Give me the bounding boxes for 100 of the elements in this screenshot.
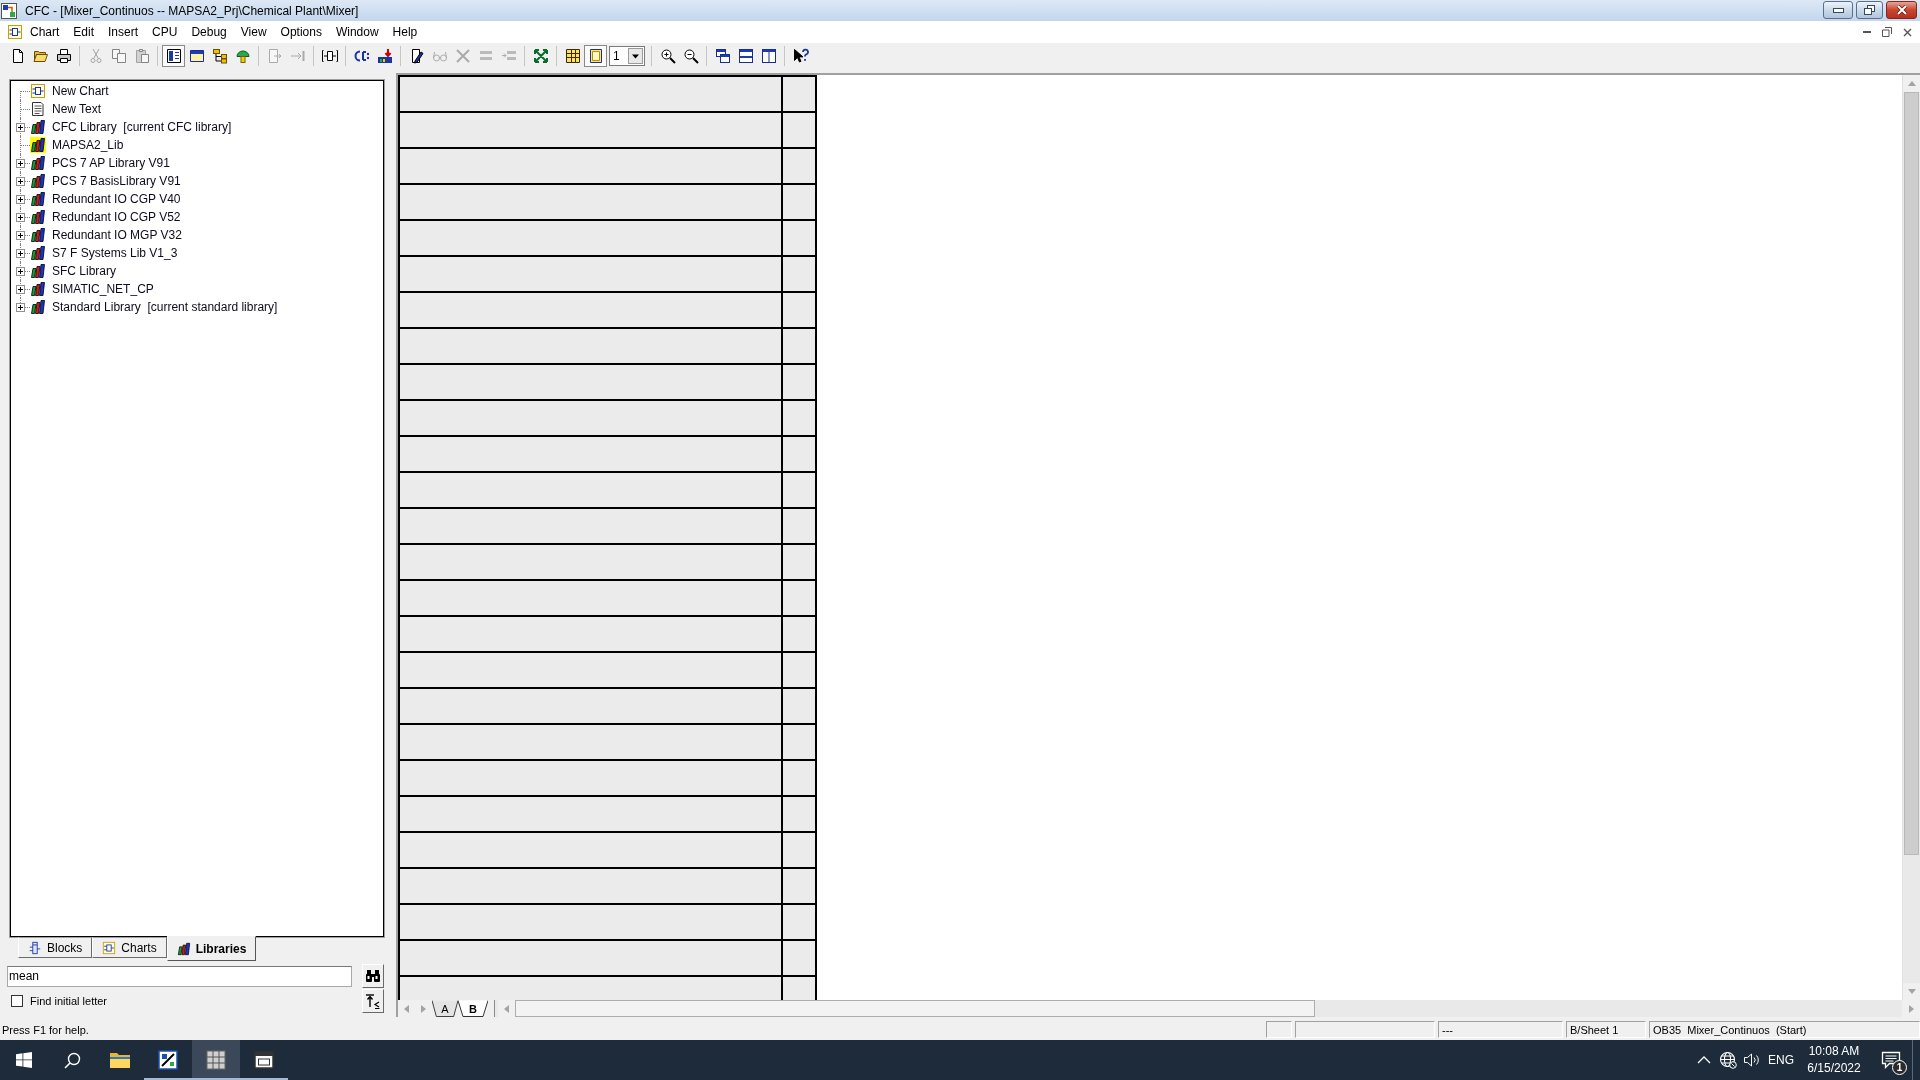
folder-icon — [32, 48, 49, 64]
checkbox[interactable] — [11, 995, 23, 1007]
menu-item[interactable]: Help — [385, 23, 425, 41]
scissors-icon — [87, 48, 104, 64]
close-icon — [1902, 27, 1912, 37]
notification-badge: 1 — [1892, 1060, 1907, 1075]
close-button[interactable] — [1886, 1, 1917, 19]
menu-item[interactable]: Debug — [184, 23, 234, 41]
chevron-up-icon — [1697, 1056, 1711, 1064]
menu-item[interactable]: Edit — [66, 23, 102, 41]
tree-item[interactable]: Redundant IO CGP V52 — [51, 210, 182, 224]
window-icon — [188, 48, 205, 64]
expand-toggle[interactable] — [16, 159, 25, 168]
close-icon — [1895, 5, 1908, 15]
search-icon — [63, 1051, 81, 1069]
clock[interactable]: 10:08 AM 6/15/2022 — [1798, 1040, 1870, 1080]
find-button[interactable] — [362, 964, 384, 988]
minimize-icon — [1832, 7, 1844, 13]
tree-item[interactable]: SIMATIC_NET_CP — [51, 282, 155, 296]
brackets-icon — [353, 48, 370, 64]
jump-button[interactable] — [362, 989, 384, 1013]
tree-item[interactable]: New Text — [51, 102, 103, 116]
tree-item[interactable]: New Chart — [51, 84, 110, 98]
vertical-split-icon — [760, 48, 777, 64]
arrow-up-bar-icon — [365, 993, 381, 1009]
toolbar-button[interactable] — [162, 45, 185, 67]
menu-item[interactable]: Options — [273, 23, 329, 41]
cascade-windows-icon — [714, 48, 731, 64]
notification-button[interactable]: 1 — [1870, 1040, 1912, 1080]
chart-icon — [102, 940, 117, 955]
minimize-button[interactable] — [1823, 1, 1853, 19]
sheet-tab[interactable]: B — [458, 1000, 488, 1017]
triangle-up-icon — [1907, 80, 1916, 87]
printer-icon — [55, 48, 72, 64]
horizontal-split-icon — [737, 48, 754, 64]
expand-toggle[interactable] — [16, 213, 25, 222]
tree-item[interactable]: CFC Library [current CFC library] — [51, 120, 233, 134]
expand-toggle[interactable] — [16, 177, 25, 186]
expand-toggle[interactable] — [16, 303, 25, 312]
status-panel — [1266, 1021, 1292, 1038]
status-panel: --- — [1438, 1021, 1563, 1038]
window-app-icon — [252, 1048, 276, 1072]
expand-toggle[interactable] — [16, 195, 25, 204]
status-message: Press F1 for help. — [1, 1023, 90, 1036]
tree-item[interactable]: MAPSA2_Lib — [51, 138, 125, 152]
download-icon — [376, 48, 393, 64]
restore-button[interactable] — [1879, 24, 1895, 40]
tree-item[interactable]: Redundant IO MGP V32 — [51, 228, 183, 242]
triangle-right-icon — [420, 1004, 427, 1013]
chart-app-icon — [156, 1048, 180, 1072]
copy-icon — [110, 48, 127, 64]
expand-toggle[interactable] — [16, 231, 25, 240]
tree-item[interactable]: SFC Library — [51, 264, 117, 278]
sheet-tab[interactable]: A — [432, 1000, 458, 1017]
menu-item[interactable]: CPU — [145, 23, 185, 41]
crossed-tools-icon — [454, 48, 471, 64]
minimize-icon — [1863, 31, 1871, 33]
triangle-right-icon — [1907, 1004, 1915, 1013]
table-icon — [564, 48, 581, 64]
menu-item[interactable]: Chart — [23, 23, 67, 41]
diagram-app-icon[interactable] — [1, 2, 17, 19]
expand-arrows-icon — [532, 48, 549, 64]
expand-toggle[interactable] — [16, 285, 25, 294]
catalog-tab[interactable]: Charts — [92, 937, 167, 958]
scrollbar-thumb[interactable] — [515, 1000, 1315, 1017]
tree-item[interactable]: PCS 7 BasisLibrary V91 — [51, 174, 182, 188]
toolbar-button[interactable] — [584, 45, 607, 67]
block-icon — [321, 48, 338, 64]
zoom-out-icon — [682, 48, 699, 64]
tree-item[interactable]: Redundant IO CGP V40 — [51, 192, 182, 206]
arrow-bar-icon — [289, 48, 306, 64]
language-indicator[interactable]: ENG — [1764, 1040, 1798, 1080]
taskbar-app[interactable] — [192, 1040, 240, 1080]
block-column-icon — [28, 940, 42, 955]
status-panel: B/Sheet 1 — [1566, 1021, 1646, 1038]
scrollbar-thumb[interactable] — [1904, 92, 1919, 855]
start-icon — [16, 1052, 32, 1068]
triangle-left-icon — [403, 1004, 410, 1013]
menu-item[interactable]: Insert — [101, 23, 146, 41]
chart-icon[interactable] — [7, 24, 23, 40]
tree-item[interactable]: Standard Library [current standard library] — [51, 300, 279, 314]
catalog-tab[interactable]: Libraries — [166, 936, 257, 961]
caret-icon — [628, 48, 643, 64]
tree-item[interactable]: S7 F Systems Lib V1_3 — [51, 246, 179, 260]
column-page-icon — [165, 48, 182, 64]
menu-item[interactable]: View — [233, 23, 274, 41]
restore-icon — [1882, 27, 1892, 37]
binoculars-icon — [365, 968, 381, 984]
restore-button[interactable] — [1856, 1, 1883, 19]
expand-toggle[interactable] — [16, 267, 25, 276]
expand-toggle[interactable] — [16, 123, 25, 132]
tree-item[interactable]: PCS 7 AP Library V91 — [51, 156, 171, 170]
menu-item[interactable]: Window — [328, 23, 386, 41]
triangle-down-icon — [1907, 988, 1916, 995]
expand-toggle[interactable] — [16, 249, 25, 258]
globe-icon — [1719, 1051, 1737, 1069]
catalog-tab[interactable]: Blocks — [18, 937, 93, 958]
toolbar-dropdown[interactable]: 1 — [609, 46, 645, 66]
search-field[interactable]: mean — [7, 965, 352, 987]
vertical-scrollbar[interactable] — [1902, 75, 1920, 1000]
